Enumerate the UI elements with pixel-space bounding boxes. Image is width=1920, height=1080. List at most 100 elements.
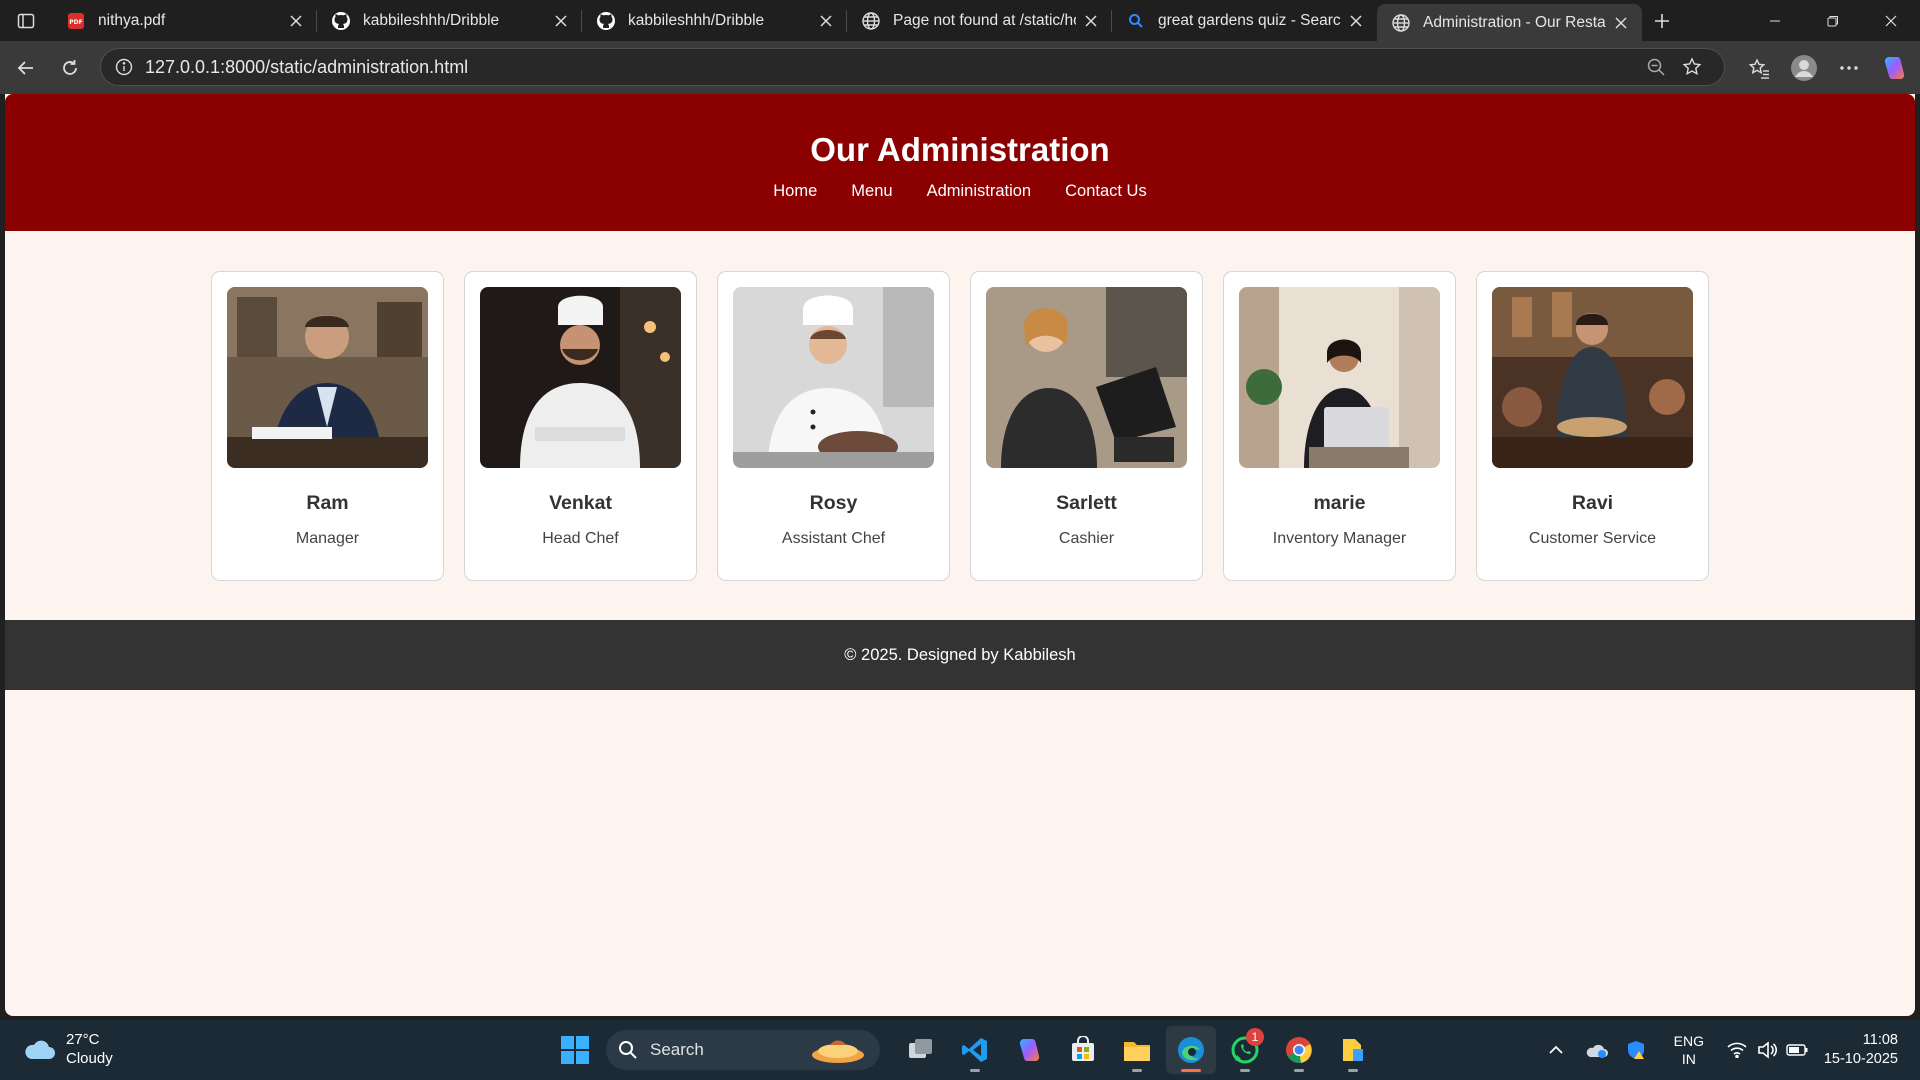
- settings-more-button[interactable]: [1826, 48, 1871, 88]
- language-line2: IN: [1681, 1051, 1696, 1067]
- tab-title: kabbileshhh/Dribble: [363, 11, 500, 29]
- nav-link-menu[interactable]: Menu: [851, 182, 892, 201]
- staff-name: Venkat: [549, 492, 612, 514]
- close-icon[interactable]: [552, 12, 570, 30]
- staff-name: Ravi: [1571, 492, 1614, 514]
- profile-button[interactable]: [1781, 48, 1826, 88]
- tab-page-not-found[interactable]: Page not found at /static/ho: [847, 0, 1112, 41]
- minimize-icon: [1770, 20, 1780, 21]
- taskbar-edge[interactable]: [1166, 1026, 1216, 1074]
- taskbar-whatsapp[interactable]: 1: [1220, 1026, 1270, 1074]
- windows-taskbar: 27°C Cloudy Search 1 ENG IN 11:08 15-10-…: [0, 1020, 1920, 1080]
- volume-button[interactable]: [1752, 1030, 1782, 1070]
- clock[interactable]: 11:08 15-10-2025: [1824, 1031, 1898, 1069]
- restore-button[interactable]: [1804, 0, 1862, 41]
- clock-time: 11:08: [1862, 1032, 1898, 1048]
- refresh-button[interactable]: [48, 48, 92, 88]
- tab-github-2[interactable]: kabbileshhh/Dribble: [582, 0, 847, 41]
- weather-widget[interactable]: 27°C Cloudy: [22, 1030, 113, 1068]
- tab-search[interactable]: great gardens quiz - Search: [1112, 0, 1377, 41]
- favorite-button[interactable]: [1674, 49, 1710, 85]
- taskbar-vscode[interactable]: [950, 1026, 1000, 1074]
- task-view-button[interactable]: [896, 1026, 946, 1074]
- toolbar-right: [1736, 41, 1920, 94]
- staff-photo-inventory-manager: [1239, 287, 1440, 468]
- weather-condition: Cloudy: [66, 1050, 113, 1067]
- chevron-up-icon: [1549, 1045, 1563, 1054]
- vscode-icon: [962, 1038, 987, 1062]
- close-icon[interactable]: [817, 12, 835, 30]
- zoom-out-icon: [1647, 58, 1665, 76]
- taskbar-files-app[interactable]: [1328, 1026, 1378, 1074]
- restore-icon: [1827, 15, 1838, 26]
- staff-card: marie Inventory Manager: [1223, 271, 1456, 581]
- taskbar-copilot[interactable]: [1004, 1026, 1054, 1074]
- copilot-icon: [1019, 1039, 1040, 1061]
- tab-title: nithya.pdf: [98, 11, 166, 29]
- tab-title: great gardens quiz - Search: [1158, 11, 1341, 29]
- nav-link-contact-us[interactable]: Contact Us: [1065, 182, 1147, 201]
- taskbar-store[interactable]: [1058, 1026, 1108, 1074]
- zoom-button[interactable]: [1638, 49, 1674, 85]
- globe-icon: [861, 11, 881, 31]
- folder-icon: [1124, 1042, 1150, 1061]
- svg-text:PDF: PDF: [69, 19, 82, 26]
- tab-nithya-pdf[interactable]: PDF nithya.pdf: [52, 0, 317, 41]
- close-icon[interactable]: [1082, 12, 1100, 30]
- language-indicator[interactable]: ENG IN: [1664, 1032, 1714, 1068]
- file-app-icon: [1343, 1039, 1363, 1061]
- staff-role: Cashier: [1058, 530, 1115, 547]
- staff-name: Ram: [306, 492, 349, 514]
- page-title: Our Administration: [810, 131, 1110, 168]
- tab-title: kabbileshhh/Dribble: [628, 11, 765, 29]
- taskbar-chrome[interactable]: [1274, 1026, 1324, 1074]
- site-nav: Home Menu Administration Contact Us: [5, 182, 1915, 201]
- onedrive-button[interactable]: [1576, 1030, 1616, 1070]
- staff-role: Customer Service: [1528, 530, 1657, 547]
- url-text[interactable]: 127.0.0.1:8000/static/administration.htm…: [145, 57, 1638, 78]
- staff-photo-manager: [227, 287, 428, 468]
- store-icon: [1072, 1036, 1094, 1061]
- shield-warning-icon: [1627, 1041, 1644, 1059]
- battery-icon: [1786, 1044, 1808, 1056]
- address-bar[interactable]: 127.0.0.1:8000/static/administration.htm…: [100, 48, 1725, 86]
- site-header: Our Administration Home Menu Administrat…: [5, 94, 1915, 231]
- favorites-button[interactable]: [1736, 48, 1781, 88]
- staff-photo-head-chef: [480, 287, 681, 468]
- close-icon[interactable]: [1347, 12, 1365, 30]
- minimize-button[interactable]: [1746, 0, 1804, 41]
- close-icon[interactable]: [287, 12, 305, 30]
- site-info-icon[interactable]: [115, 58, 133, 76]
- show-hidden-icons-button[interactable]: [1536, 1030, 1576, 1070]
- security-button[interactable]: [1616, 1030, 1656, 1070]
- nav-link-administration[interactable]: Administration: [927, 182, 1032, 201]
- staff-card: Ravi Customer Service: [1476, 271, 1709, 581]
- nav-link-home[interactable]: Home: [773, 182, 817, 201]
- staff-card: Sarlett Cashier: [970, 271, 1203, 581]
- close-window-button[interactable]: [1862, 0, 1920, 41]
- edge-icon: [1178, 1037, 1204, 1063]
- footer-text: © 2025. Designed by Kabbilesh: [844, 646, 1076, 664]
- copilot-button[interactable]: [1871, 48, 1916, 88]
- staff-card: Ram Manager: [211, 271, 444, 581]
- taskbar-search[interactable]: Search: [606, 1030, 880, 1070]
- close-icon[interactable]: [1612, 14, 1630, 32]
- back-button[interactable]: [4, 48, 48, 88]
- system-tray: ENG IN 11:08 15-10-2025: [1536, 1020, 1920, 1080]
- clock-date: 15-10-2025: [1823, 1051, 1898, 1067]
- new-tab-button[interactable]: [1642, 0, 1682, 41]
- wifi-button[interactable]: [1722, 1030, 1752, 1070]
- search-highlight-icon: [812, 1040, 864, 1063]
- whatsapp-badge: 1: [1246, 1028, 1264, 1046]
- windows-start-icon: [561, 1036, 589, 1064]
- battery-button[interactable]: [1782, 1030, 1812, 1070]
- tab-administration[interactable]: Administration - Our Restau: [1377, 4, 1642, 41]
- staff-role: Assistant Chef: [781, 530, 886, 547]
- start-button[interactable]: [550, 1026, 600, 1074]
- speaker-icon: [1758, 1041, 1777, 1059]
- tab-title: Page not found at /static/ho: [893, 11, 1076, 29]
- taskbar-file-explorer[interactable]: [1112, 1026, 1162, 1074]
- taskbar-center: Search 1: [548, 1026, 1380, 1074]
- tab-github-1[interactable]: kabbileshhh/Dribble: [317, 0, 582, 41]
- tab-actions-button[interactable]: [0, 0, 52, 41]
